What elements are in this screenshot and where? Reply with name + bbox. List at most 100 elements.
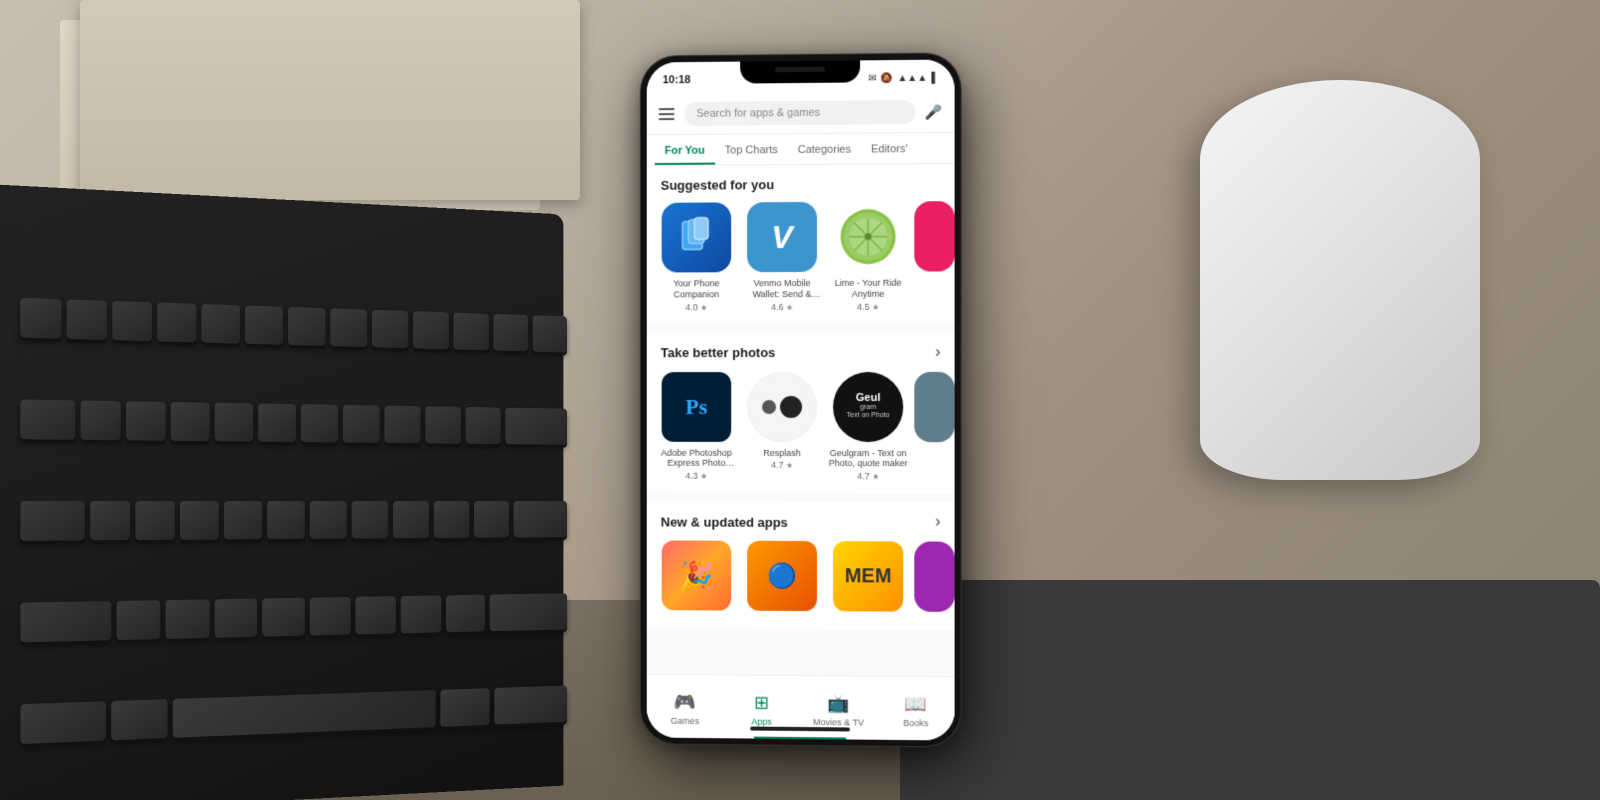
- new-apps-row: 🎉 🔵 MEM: [647, 541, 955, 619]
- key: [179, 501, 218, 540]
- key: [351, 501, 388, 539]
- key: [67, 299, 107, 340]
- key: [258, 403, 296, 442]
- phone-companion-name: Your Phone Companion: [657, 278, 736, 300]
- key: [533, 315, 567, 352]
- star-icon: ★: [786, 303, 793, 312]
- venmo-name: Venmo Mobile Wallet: Send & Re...: [742, 278, 822, 300]
- tab-for-you[interactable]: For You: [655, 135, 715, 165]
- key: [309, 597, 350, 636]
- partial-icon-3: [914, 542, 954, 612]
- key-row-4: [20, 568, 567, 670]
- photoshop-rating: 4.3 ★: [657, 471, 736, 481]
- apps-nav-label: Apps: [751, 716, 771, 726]
- lime-rating: 4.5 ★: [828, 301, 908, 311]
- app-item-lime[interactable]: Lime - Your Ride Anytime 4.5 ★: [828, 201, 908, 311]
- key: [20, 297, 61, 338]
- nav-item-books[interactable]: 📖 Books: [877, 685, 954, 732]
- felt-mat: [900, 580, 1600, 800]
- key: [20, 601, 111, 642]
- lime-svg: [838, 206, 898, 266]
- lime-icon: [833, 201, 903, 271]
- resplash-name: Resplash: [742, 448, 822, 459]
- app-item-party[interactable]: 🎉: [657, 541, 736, 617]
- suggested-section: Suggested for you: [647, 164, 955, 324]
- nav-item-apps[interactable]: ⊞ Apps: [723, 684, 800, 731]
- message-icon: ✉: [868, 73, 876, 84]
- photos-section: Take better photos › Ps Adobe Photoshop …: [647, 331, 955, 493]
- content-area: Suggested for you: [647, 164, 955, 725]
- resplash-rating: 4.7 ★: [742, 460, 822, 470]
- battery-icon: ▌: [931, 72, 938, 83]
- games-nav-icon: 🎮: [674, 691, 696, 712]
- geulgram-name: Geulgram - Text on Photo, quote maker: [828, 448, 908, 470]
- nav-item-movies[interactable]: 📺 Movies & TV: [800, 685, 877, 732]
- key: [384, 405, 420, 443]
- key: [401, 596, 441, 634]
- microphone-icon[interactable]: 🎤: [925, 103, 943, 120]
- new-updated-section: New & updated apps › 🎉: [647, 501, 955, 630]
- key: [343, 405, 380, 443]
- app-item-venmo[interactable]: V Venmo Mobile Wallet: Send & Re... 4.6 …: [742, 202, 822, 312]
- hamburger-menu-icon[interactable]: [659, 108, 675, 120]
- key-row-3: [20, 473, 567, 569]
- photos-arrow-icon[interactable]: ›: [935, 343, 940, 361]
- party-icon: 🎉: [662, 541, 732, 611]
- key: [440, 689, 490, 728]
- tab-top-charts[interactable]: Top Charts: [715, 134, 788, 164]
- geulgram-main-text: Geul: [847, 393, 890, 404]
- key: [111, 700, 167, 741]
- geulgram-icon: Geul gram Text on Photo: [833, 372, 903, 442]
- geulgram-sub-text: gram: [847, 404, 890, 412]
- app-item-geulgram[interactable]: Geul gram Text on Photo Geulgram - Text …: [828, 372, 908, 482]
- tab-categories[interactable]: Categories: [788, 134, 861, 165]
- movies-nav-icon: 📺: [827, 693, 849, 714]
- geulgram-sub-text2: Text on Photo: [847, 412, 890, 420]
- phone-speaker: [775, 67, 825, 72]
- key-row-5: [20, 661, 567, 773]
- star-icon: ★: [700, 303, 707, 312]
- nav-item-games[interactable]: 🎮 Games: [647, 683, 723, 730]
- search-bar[interactable]: Search for apps & games 🎤: [647, 92, 955, 136]
- resplash-small-dot: [762, 400, 776, 414]
- app-item-orange[interactable]: 🔵: [742, 541, 822, 617]
- phone-wrapper: 10:18 ✉ 🔕 ▲▲▲ ▌: [641, 53, 961, 746]
- key: [245, 305, 283, 344]
- resplash-icon: [747, 372, 817, 442]
- app-item-resplash[interactable]: Resplash 4.7 ★: [742, 372, 822, 482]
- phone-inner: 10:18 ✉ 🔕 ▲▲▲ ▌: [647, 59, 955, 740]
- section-header-photos: Take better photos ›: [647, 343, 955, 371]
- key: [454, 312, 489, 350]
- key: [20, 399, 75, 439]
- new-arrow-icon[interactable]: ›: [935, 514, 940, 532]
- key: [474, 501, 509, 538]
- resplash-large-dot: [780, 396, 802, 418]
- key: [425, 406, 461, 443]
- key: [267, 501, 305, 539]
- orange-icon: 🔵: [747, 541, 817, 611]
- hamburger-line: [659, 113, 675, 115]
- key: [413, 311, 449, 349]
- key: [90, 501, 130, 540]
- mem-icon: MEM: [833, 541, 903, 611]
- key: [356, 596, 397, 634]
- key-space: [172, 690, 435, 738]
- star-icon: ★: [786, 461, 793, 470]
- key: [215, 403, 253, 442]
- books-nav-icon: 📖: [905, 693, 928, 714]
- lime-name: Lime - Your Ride Anytime: [828, 278, 908, 300]
- key: [372, 309, 408, 347]
- app-item-phone-companion[interactable]: Your Phone Companion 4.0 ★: [657, 202, 736, 312]
- tab-bar: For You Top Charts Categories Editors': [647, 133, 955, 166]
- key: [112, 301, 152, 341]
- key: [490, 593, 567, 631]
- key: [20, 702, 106, 745]
- tab-editors[interactable]: Editors': [861, 133, 918, 163]
- suggested-apps-row: Your Phone Companion 4.0 ★ V: [647, 201, 955, 312]
- app-item-mem[interactable]: MEM: [828, 541, 908, 618]
- app-item-photoshop[interactable]: Ps Adobe Photoshop Express Photo Edi... …: [657, 372, 736, 481]
- search-input[interactable]: Search for apps & games: [684, 100, 914, 126]
- key: [262, 598, 304, 637]
- key: [309, 501, 346, 539]
- section-title-suggested: Suggested for you: [661, 177, 775, 193]
